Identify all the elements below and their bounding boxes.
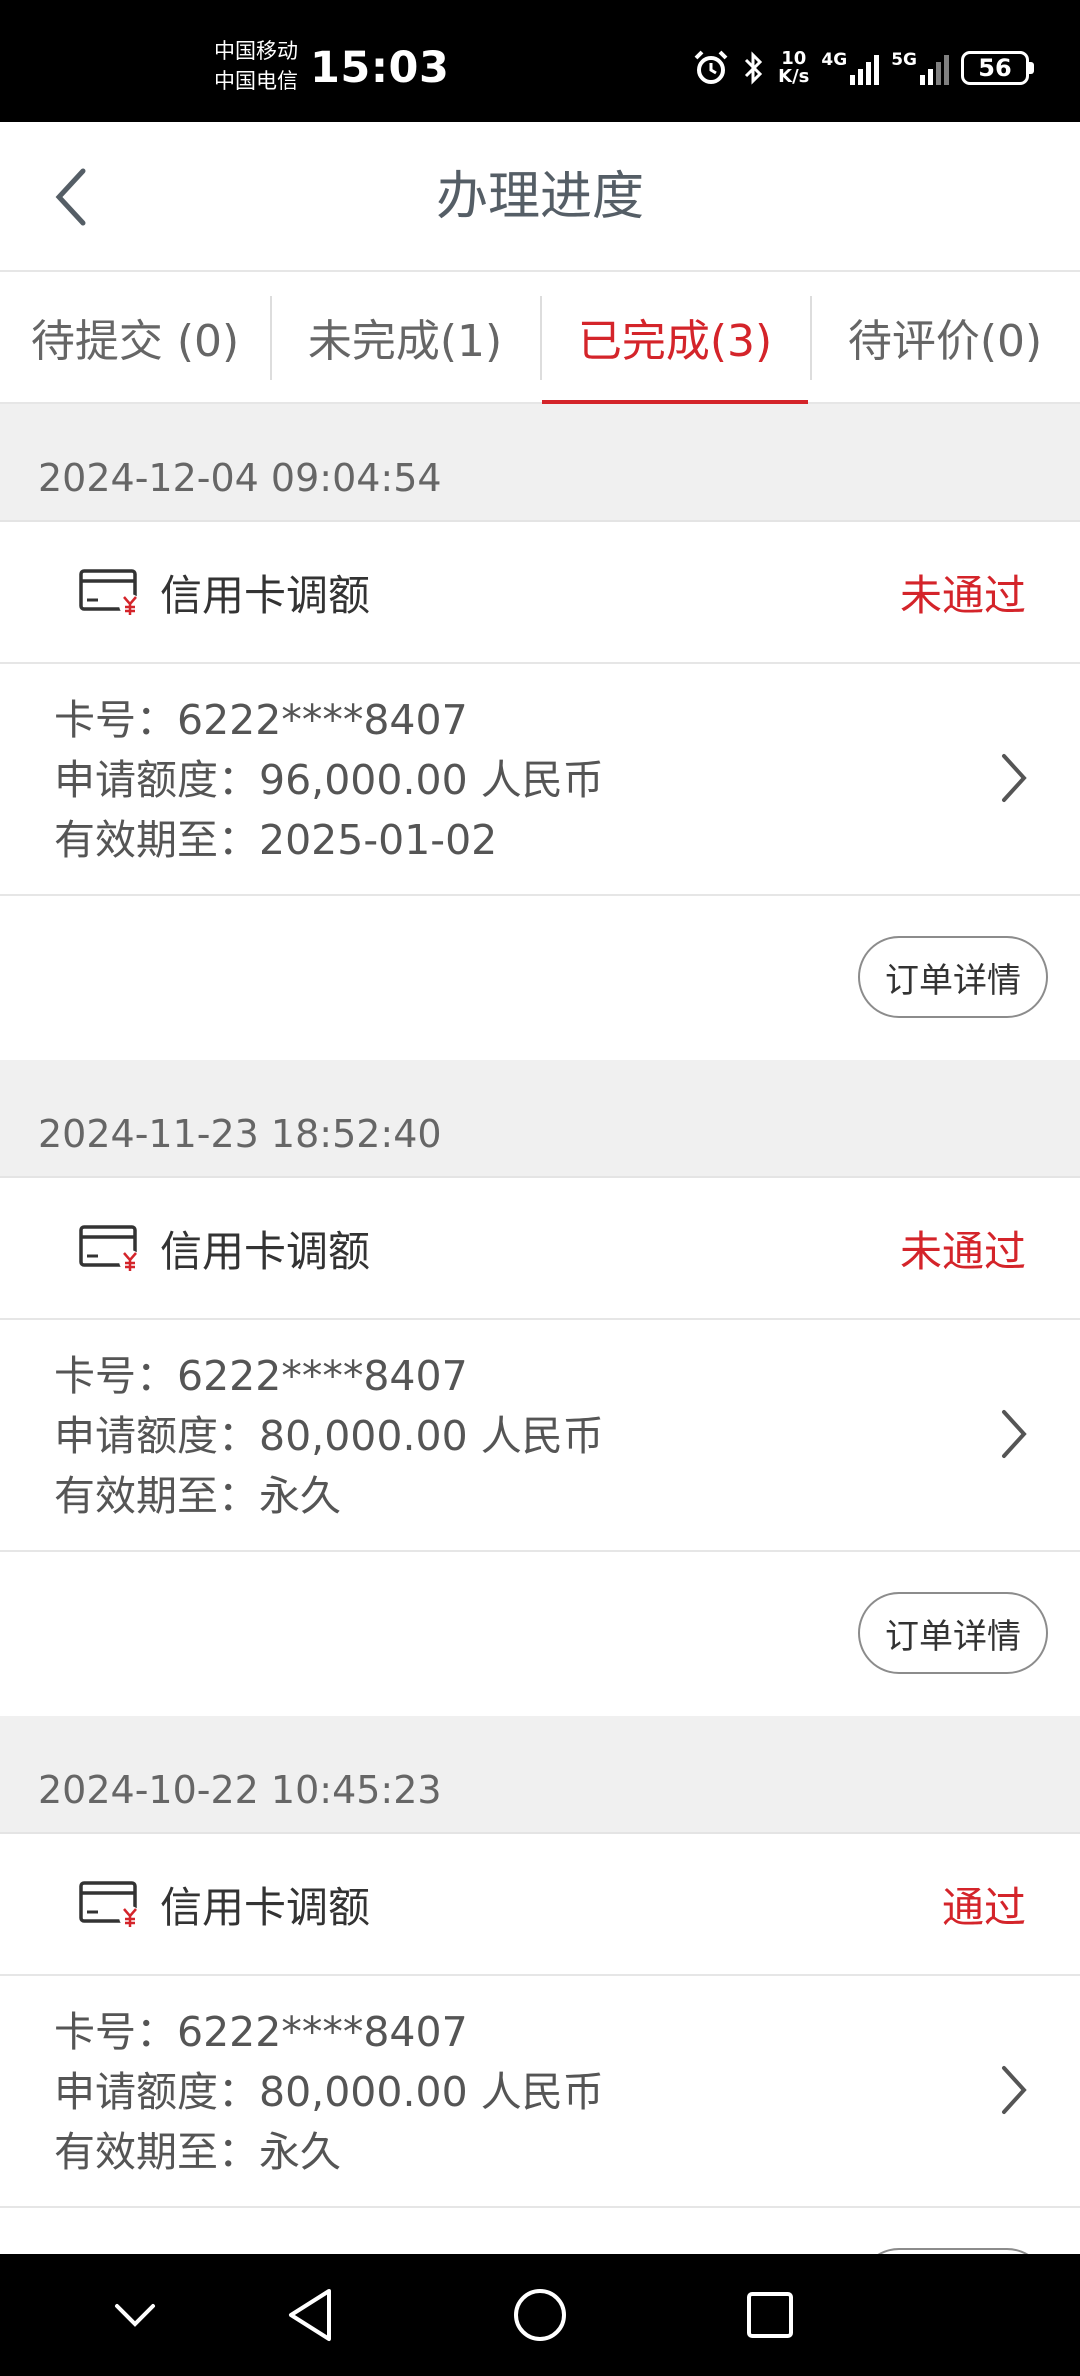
- signal-4g-label: 4G: [821, 50, 848, 70]
- chevron-right-icon: [1002, 754, 1027, 802]
- battery-icon: 56: [961, 51, 1034, 85]
- record-card-header: 信用卡调额 通过: [0, 1834, 1080, 1976]
- record-card-header: 信用卡调额 未通过: [0, 522, 1080, 664]
- amount-line: 申请额度：80,000.00 人民币: [54, 1406, 1080, 1466]
- record-item: 2024-12-04 09:04:54 信用卡调额 未通过 卡号：6222***…: [0, 404, 1080, 1060]
- card-number-label: 卡号：: [54, 1352, 177, 1400]
- chevron-down-icon: [115, 2304, 155, 2327]
- bluetooth-icon: [745, 51, 763, 85]
- amount-line: 申请额度：80,000.00 人民币: [54, 2062, 1080, 2122]
- carrier-1: 中国移动: [214, 39, 298, 63]
- chevron-right-icon: [1002, 1410, 1027, 1458]
- amount-label: 申请额度：: [54, 2068, 259, 2116]
- status-tabs: 待提交 (0) 未完成(1) 已完成(3) 待评价(0): [0, 272, 1080, 404]
- amount-label: 申请额度：: [54, 756, 259, 804]
- amount-label: 申请额度：: [54, 1412, 259, 1460]
- credit-card-yuan-icon: [79, 1881, 141, 1928]
- record-footer: 订单详情: [0, 896, 1080, 1060]
- status-badge: 未通过: [899, 1226, 1026, 1276]
- status-badge: 未通过: [899, 570, 1026, 620]
- system-nav-bar: [0, 2254, 1080, 2376]
- battery-cap: [1029, 62, 1034, 74]
- valid-until-line: 有效期至：2025-01-02: [54, 810, 1080, 870]
- valid-until-label: 有效期至：: [54, 1472, 259, 1520]
- record-item: 2024-11-23 18:52:40 信用卡调额 未通过 卡号：6222***…: [0, 1060, 1080, 1716]
- record-details[interactable]: 卡号：6222****8407 申请额度：80,000.00 人民币 有效期至：…: [0, 1976, 1080, 2208]
- order-detail-button[interactable]: 订单详情: [858, 1592, 1048, 1674]
- card-number-line: 卡号：6222****8407: [54, 1346, 1080, 1406]
- clock: 15:03: [310, 43, 450, 93]
- circle-home-icon: [514, 2289, 566, 2341]
- record-card-header: 信用卡调额 未通过: [0, 1178, 1080, 1320]
- chevron-right-icon: [1002, 2066, 1027, 2114]
- record-footer: 订单详情: [0, 2208, 1080, 2254]
- signal-5g-label: 5G: [891, 50, 917, 70]
- amount-value: 80,000.00 人民币: [259, 2068, 604, 2116]
- valid-until-value: 永久: [259, 2128, 341, 2176]
- signal-5g-icon: 5G: [891, 51, 949, 85]
- record-date: 2024-12-04 09:04:54: [0, 404, 1080, 522]
- net-speed: 10 K/s: [778, 50, 809, 86]
- tab-completed[interactable]: 已完成(3): [540, 272, 810, 404]
- order-detail-button[interactable]: 订单详情: [858, 936, 1048, 1018]
- valid-until-line: 有效期至：永久: [54, 2122, 1080, 2182]
- service-name: 信用卡调额: [160, 570, 371, 620]
- record-card: 信用卡调额 未通过 卡号：6222****8407 申请额度：80,000.00…: [0, 1178, 1080, 1716]
- valid-until-value: 2025-01-02: [259, 816, 498, 864]
- amount-line: 申请额度：96,000.00 人民币: [54, 750, 1080, 810]
- nav-home-button[interactable]: [500, 2280, 580, 2350]
- tab-incomplete[interactable]: 未完成(1): [270, 272, 540, 402]
- record-card: 信用卡调额 未通过 卡号：6222****8407 申请额度：96,000.00…: [0, 522, 1080, 1060]
- amount-value: 80,000.00 人民币: [259, 1412, 604, 1460]
- app-header: 办理进度: [0, 122, 1080, 272]
- valid-until-label: 有效期至：: [54, 816, 259, 864]
- record-details[interactable]: 卡号：6222****8407 申请额度：80,000.00 人民币 有效期至：…: [0, 1320, 1080, 1552]
- amount-value: 96,000.00 人民币: [259, 756, 604, 804]
- record-details[interactable]: 卡号：6222****8407 申请额度：96,000.00 人民币 有效期至：…: [0, 664, 1080, 896]
- nav-collapse-button[interactable]: [95, 2280, 175, 2350]
- triangle-back-icon: [289, 2289, 331, 2341]
- record-list: 2024-12-04 09:04:54 信用卡调额 未通过 卡号：6222***…: [0, 404, 1080, 2254]
- signal-4g-icon: 4G: [821, 50, 880, 85]
- square-recents-icon: [747, 2292, 793, 2338]
- service-name: 信用卡调额: [160, 1226, 371, 1276]
- record-item: 2024-10-22 10:45:23 信用卡调额 通过 卡号：6222****…: [0, 1716, 1080, 2254]
- status-badge: 通过: [941, 1882, 1026, 1932]
- card-number-line: 卡号：6222****8407: [54, 690, 1080, 750]
- card-number-value: 6222****8407: [177, 1352, 468, 1400]
- card-number-label: 卡号：: [54, 696, 177, 744]
- credit-card-yuan-icon: [79, 1225, 141, 1272]
- status-bar: 中国移动 中国电信 15:03 10 K/s 4G 5G 56: [0, 0, 1080, 122]
- battery-level: 56: [978, 54, 1012, 82]
- service-name: 信用卡调额: [160, 1882, 371, 1932]
- valid-until-value: 永久: [259, 1472, 341, 1520]
- screen: 中国移动 中国电信 15:03 10 K/s 4G 5G 56 办理进度 待提交…: [0, 0, 1080, 2376]
- valid-until-label: 有效期至：: [54, 2128, 259, 2176]
- nav-back-button[interactable]: [270, 2280, 350, 2350]
- credit-card-yuan-icon: [79, 569, 141, 616]
- nav-recents-button[interactable]: [730, 2280, 810, 2350]
- card-number-line: 卡号：6222****8407: [54, 2002, 1080, 2062]
- card-number-value: 6222****8407: [177, 696, 468, 744]
- alarm-icon: [694, 50, 728, 84]
- tab-pending-submit[interactable]: 待提交 (0): [0, 272, 270, 402]
- card-number-value: 6222****8407: [177, 2008, 468, 2056]
- record-date: 2024-10-22 10:45:23: [0, 1716, 1080, 1834]
- battery-body: 56: [961, 51, 1029, 85]
- page-title: 办理进度: [435, 167, 644, 227]
- tab-pending-review[interactable]: 待评价(0): [810, 272, 1080, 402]
- net-speed-unit: K/s: [778, 66, 810, 87]
- valid-until-line: 有效期至：永久: [54, 1466, 1080, 1526]
- status-icons: 10 K/s 4G 5G 56: [692, 44, 1034, 92]
- record-footer: 订单详情: [0, 1552, 1080, 1716]
- card-number-label: 卡号：: [54, 2008, 177, 2056]
- carrier-info: 中国移动 中国电信: [214, 36, 298, 96]
- record-card: 信用卡调额 通过 卡号：6222****8407 申请额度：80,000.00 …: [0, 1834, 1080, 2254]
- record-date: 2024-11-23 18:52:40: [0, 1060, 1080, 1178]
- carrier-2: 中国电信: [214, 69, 298, 93]
